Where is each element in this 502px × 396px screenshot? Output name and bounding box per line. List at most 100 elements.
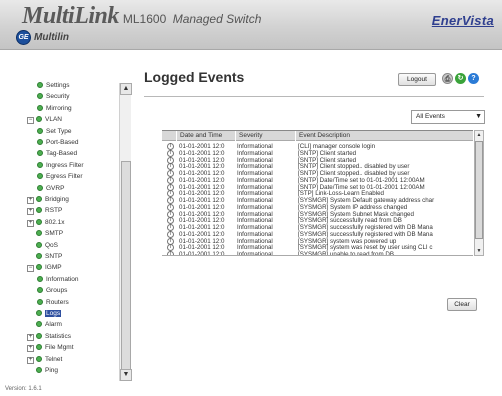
sidebar-item-label: Tag-Based <box>46 150 78 158</box>
company-name: Multilin <box>34 32 69 43</box>
sidebar-item-label: Security <box>46 93 70 101</box>
collapse-icon[interactable]: − <box>27 265 34 273</box>
sidebar-item-label: Set Type <box>46 127 72 135</box>
leaf-icon <box>37 127 43 134</box>
leaf-icon <box>37 287 43 294</box>
sidebar-item-label: Ingress Filter <box>46 161 84 169</box>
sidebar-item-802-1x[interactable]: +802.1x <box>27 217 65 228</box>
brand-model: ML1600 <box>122 12 167 26</box>
title-divider <box>144 96 484 97</box>
sidebar-item-statistics[interactable]: + Statistics <box>27 331 71 342</box>
sidebar-item-mirroring[interactable]: Mirroring <box>37 103 72 114</box>
col-icon-header <box>162 131 176 141</box>
leaf-icon <box>37 173 43 180</box>
leaf-icon <box>37 161 43 168</box>
sidebar-item-label: Port-Based <box>46 139 79 146</box>
logout-button[interactable]: Logout <box>398 73 436 86</box>
folder-icon <box>36 116 42 123</box>
scroll-down-icon[interactable]: ▼ <box>475 247 483 255</box>
scroll-up-icon[interactable]: ▲ <box>475 131 483 139</box>
leaf-icon <box>37 82 43 88</box>
version-label: Version: 1.6.1 <box>5 386 42 392</box>
expand-icon[interactable]: + <box>27 356 34 364</box>
sidebar-item-settings[interactable]: Settings <box>37 80 70 91</box>
table-header: Date and Time Severity Event Description <box>162 131 473 141</box>
cell-desc: [SYSMGR] unable to read from DB <box>298 251 394 256</box>
app-header: MultiLink ML1600 Managed Switch GE Multil… <box>0 0 502 50</box>
folder-icon <box>36 344 42 351</box>
brand-name: MultiLink <box>22 3 119 29</box>
folder-icon <box>36 196 42 202</box>
clear-button[interactable]: Clear <box>447 298 477 311</box>
leaf-icon <box>36 310 42 316</box>
cell-severity: Informational <box>237 251 273 256</box>
sidebar-item-telnet[interactable]: + Telnet <box>27 354 62 365</box>
folder-icon <box>36 332 42 339</box>
col-severity-header[interactable]: Severity <box>235 131 295 141</box>
sidebar-item-label: File Mgmt <box>45 344 74 352</box>
sidebar-item-information[interactable]: Information <box>37 274 79 285</box>
leaf-icon <box>37 298 43 305</box>
sidebar-item-logs[interactable]: Logs <box>27 308 62 319</box>
sidebar-nav-tree: Settings Security Mirroring − VLAN Set Type Po… <box>26 80 133 380</box>
sidebar-item-rstp[interactable]: + RSTP <box>27 205 62 216</box>
col-description-header[interactable]: Event Description <box>295 131 473 141</box>
sidebar-item-igmp[interactable]: − IGMP <box>27 262 62 273</box>
sidebar-item-alarm[interactable]: Alarm <box>27 319 62 330</box>
chevron-down-icon[interactable]: ▼ <box>475 111 482 123</box>
leaf-icon <box>37 104 43 111</box>
expand-icon[interactable]: + <box>27 208 34 216</box>
sidebar-item-smtp[interactable]: SMTP <box>27 228 63 239</box>
sidebar-item-gvrp[interactable]: GVRP <box>37 183 64 194</box>
help-icon[interactable]: ? <box>468 73 479 84</box>
sidebar-item-qos[interactable]: QoS <box>27 240 58 251</box>
sidebar-item-port-based[interactable]: Port-Based <box>37 137 79 148</box>
sidebar-scroll-thumb[interactable] <box>121 161 131 381</box>
sidebar-item-label: GVRP <box>46 184 65 192</box>
sidebar-item-label: Logs <box>45 310 62 317</box>
print-icon[interactable]: ⎙ <box>442 73 453 84</box>
sidebar-item-vlan[interactable]: − VLAN <box>27 114 62 125</box>
folder-icon <box>36 218 42 225</box>
event-filter-select[interactable]: All Events ▼ <box>411 110 485 124</box>
table-scrollbar[interactable]: ▲ ▼ <box>474 130 484 256</box>
collapse-icon[interactable]: − <box>27 117 34 125</box>
folder-icon <box>36 264 42 271</box>
sidebar-item-egress-filter[interactable]: Egress Filter <box>37 171 82 182</box>
leaf-icon <box>37 93 43 100</box>
col-date-header[interactable]: Date and Time <box>176 131 235 141</box>
sidebar-item-label: Alarm <box>45 321 62 329</box>
leaf-icon <box>37 139 43 145</box>
events-table: Date and Time Severity Event Description… <box>162 130 473 256</box>
sidebar-item-label: Routers <box>46 298 69 306</box>
sidebar-item-sntp[interactable]: SNTP <box>27 251 62 262</box>
sidebar-item-routers[interactable]: Routers <box>37 297 69 308</box>
sidebar-item-bridging[interactable]: + Bridging <box>27 194 69 205</box>
sidebar-item-ping[interactable]: Ping <box>27 365 58 376</box>
sidebar-item-label: 802.1x <box>45 218 65 226</box>
enervista-logo[interactable]: EnerVista <box>432 13 494 28</box>
refresh-icon[interactable]: ↻ <box>455 73 466 84</box>
scroll-up-icon[interactable]: ▲ <box>120 83 132 95</box>
sidebar-item-label: Settings <box>46 82 70 89</box>
expand-icon[interactable]: + <box>27 333 34 341</box>
info-icon: i <box>167 251 174 255</box>
sidebar-item-set-type[interactable]: Set Type <box>37 126 72 137</box>
sidebar-item-label: SNTP <box>45 253 63 260</box>
sidebar-item-ingress-filter[interactable]: Ingress Filter <box>37 160 84 171</box>
expand-icon[interactable]: + <box>27 197 34 204</box>
table-scroll-thumb[interactable] <box>475 141 483 239</box>
table-row[interactable]: i 01-01-2001 12:0 Informational [SYSMGR] un… <box>162 250 473 256</box>
sidebar-item-file-mgmt[interactable]: + File Mgmt <box>27 342 74 353</box>
expand-icon[interactable]: + <box>27 345 34 353</box>
sidebar-item-tag-based[interactable]: Tag-Based <box>37 148 77 159</box>
sidebar-scrollbar[interactable]: ▲ ▼ <box>119 83 132 381</box>
sidebar-item-label: Telnet <box>45 355 63 363</box>
folder-icon <box>36 355 42 362</box>
sidebar-item-security[interactable]: Security <box>37 91 69 102</box>
leaf-icon <box>36 321 42 328</box>
scroll-down-icon[interactable]: ▼ <box>120 369 132 381</box>
cell-date: 01-01-2001 12:0 <box>179 251 225 256</box>
sidebar-item-groups[interactable]: Groups <box>37 285 67 296</box>
expand-icon[interactable]: + <box>27 219 34 227</box>
